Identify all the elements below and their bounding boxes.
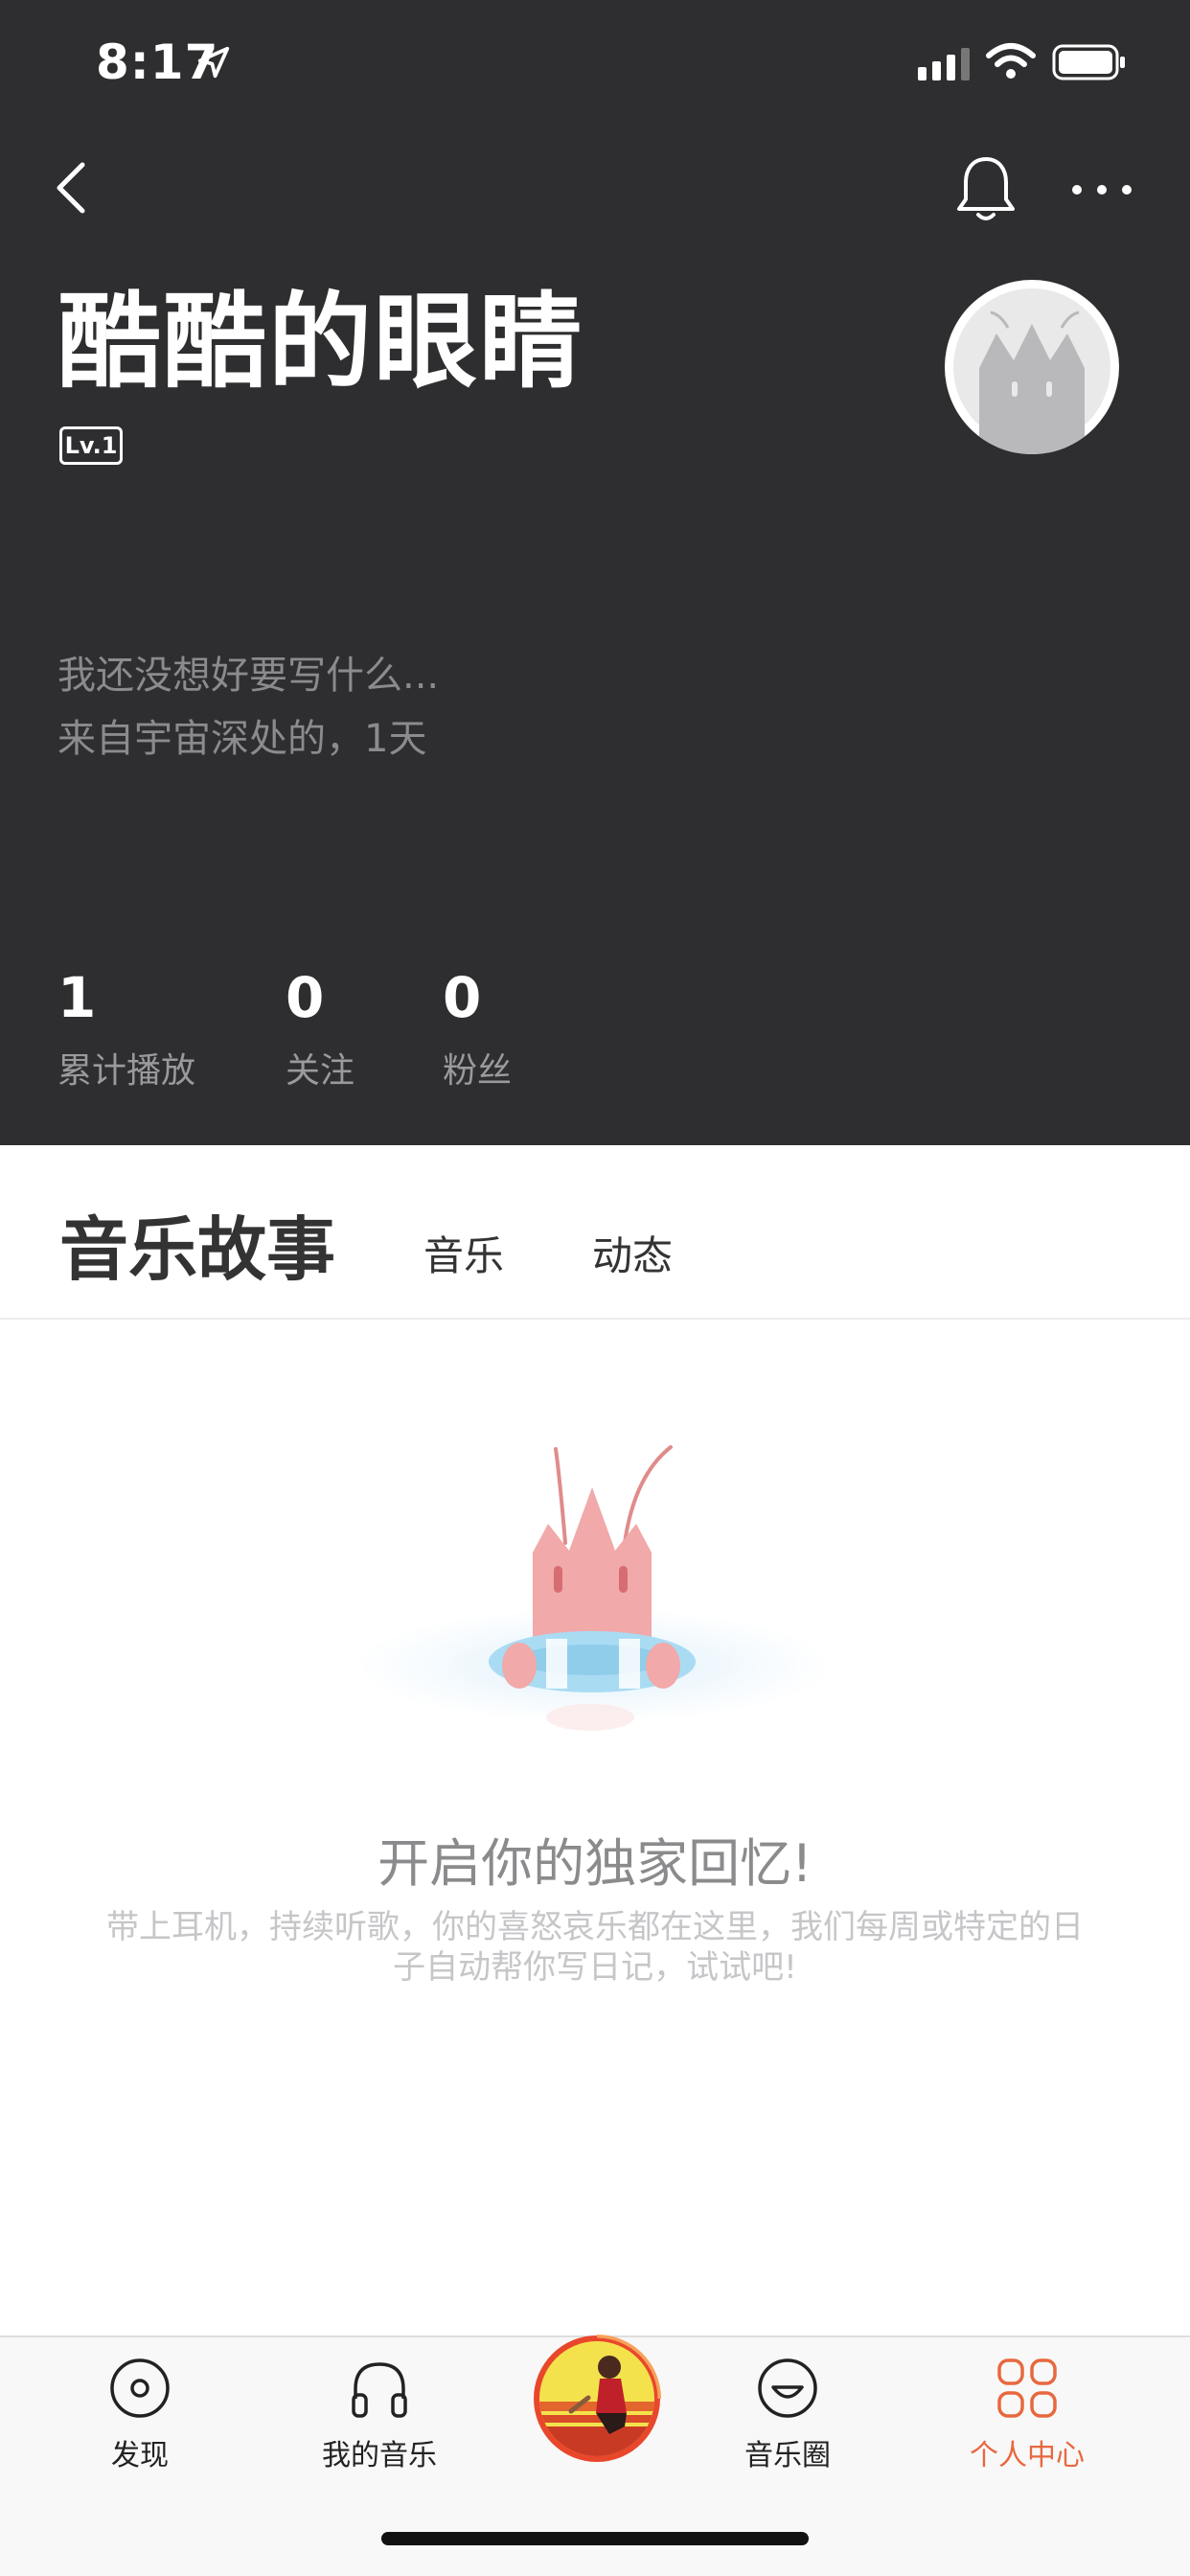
tab-feed[interactable]: 动态: [592, 1224, 673, 1282]
stat-plays-label: 累计播放: [57, 1051, 196, 1091]
nav-discover[interactable]: 发现: [44, 2337, 236, 2473]
empty-state-illustration: [356, 1445, 832, 1731]
stat-fans-label: 粉丝: [443, 1051, 513, 1091]
default-avatar-icon: [948, 283, 1116, 454]
signal-icon: [918, 48, 970, 80]
stat-following[interactable]: 0 关注: [286, 964, 355, 1092]
more-icon[interactable]: [1069, 172, 1134, 207]
bio-signature: 我还没想好要写什么...: [57, 654, 440, 698]
disc-icon: [110, 2358, 170, 2418]
tab-music-story[interactable]: 音乐故事: [59, 1193, 335, 1294]
level-badge[interactable]: Lv.1: [59, 426, 123, 465]
bell-icon[interactable]: [953, 153, 1018, 226]
stat-plays-value: 1: [57, 965, 97, 1030]
smile-icon: [758, 2358, 817, 2418]
location-arrow-icon: [197, 46, 230, 79]
stat-fans-value: 0: [443, 965, 482, 1030]
battery-icon: [1052, 44, 1125, 80]
nav-discover-label: 发现: [111, 2439, 169, 2472]
headphones-icon: [352, 2362, 407, 2418]
back-icon[interactable]: [48, 153, 94, 222]
stat-plays[interactable]: 1 累计播放: [57, 964, 195, 1092]
nav-my-music[interactable]: 我的音乐: [284, 2337, 475, 2473]
nav-profile-label: 个人中心: [970, 2439, 1085, 2472]
content-tabs: 音乐故事 音乐 动态: [0, 1145, 1190, 1320]
grid-icon: [997, 2358, 1057, 2418]
status-bar: 8:17: [0, 0, 1190, 128]
profile-bio: 我还没想好要写什么... 来自宇宙深处的，1天: [57, 644, 439, 770]
nav-profile[interactable]: 个人中心: [931, 2337, 1123, 2473]
nav-music-circle[interactable]: 音乐圈: [692, 2337, 883, 2473]
home-indicator: [381, 2532, 809, 2545]
tab-music[interactable]: 音乐: [423, 1224, 504, 1282]
profile-header: 8:17 酷酷的眼睛 Lv.1 我还没想好要写什么... 来自宇宙深处的，1天 …: [0, 0, 1190, 1145]
stat-following-value: 0: [286, 965, 325, 1030]
bio-origin: 来自宇宙深处的，1天: [57, 717, 427, 761]
empty-state-title: 开启你的独家回忆!: [378, 1833, 812, 1894]
nav-my-music-label: 我的音乐: [322, 2439, 437, 2472]
stat-fans[interactable]: 0 粉丝: [443, 964, 512, 1092]
stat-following-label: 关注: [286, 1051, 355, 1091]
empty-state-description: 带上耳机，持续听歌，你的喜怒哀乐都在这里，我们每周或特定的日子自动帮你写日记，试…: [106, 1908, 1084, 1987]
wifi-icon: [986, 43, 1036, 79]
profile-name: 酷酷的眼睛: [57, 283, 585, 402]
nav-music-circle-label: 音乐圈: [744, 2439, 831, 2472]
avatar[interactable]: [945, 280, 1119, 454]
now-playing-album-button[interactable]: [533, 2334, 661, 2463]
